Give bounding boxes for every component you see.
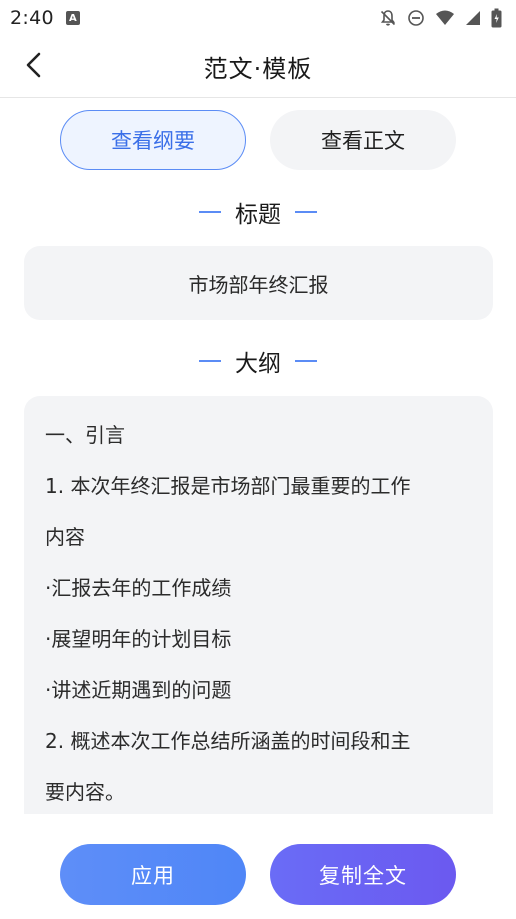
title-section-heading: 标题 — [0, 194, 516, 230]
outline-line: 1. 本次年终汇报是市场部门最重要的工作 — [45, 474, 411, 498]
heading-dash-left — [199, 211, 221, 213]
outline-line: ·展望明年的计划目标 — [45, 627, 232, 651]
outline-section-heading: 大纲 — [0, 343, 516, 379]
do-not-disturb-icon — [407, 9, 425, 27]
bottom-action-bar: 应用 复制全文 — [0, 814, 516, 919]
outline-card[interactable]: 一、引言 1. 本次年终汇报是市场部门最重要的工作 内容 ·汇报去年的工作成绩 … — [24, 396, 493, 814]
chevron-left-icon — [24, 52, 44, 82]
copy-all-button[interactable]: 复制全文 — [270, 844, 456, 905]
outline-line: ·汇报去年的工作成绩 — [45, 576, 232, 600]
heading-dash-left — [199, 360, 221, 362]
title-heading-text: 标题 — [235, 202, 281, 228]
outline-line: 一、引言 — [45, 423, 125, 447]
outline-line: ·讲述近期遇到的问题 — [45, 678, 232, 702]
a-notification-icon: A — [65, 11, 80, 25]
outline-heading-text: 大纲 — [235, 351, 281, 377]
status-left: 2:40 A — [10, 7, 80, 29]
bell-off-icon — [379, 9, 397, 27]
tab-view-body[interactable]: 查看正文 — [270, 110, 456, 170]
outline-line: 内容 — [45, 525, 85, 549]
outline-line: 2. 概述本次工作总结所涵盖的时间段和主 — [45, 729, 411, 753]
outline-line: 要内容。 — [45, 780, 125, 804]
page-title: 范文·模板 — [203, 55, 313, 83]
heading-dash-right — [295, 211, 317, 213]
title-card: 市场部年终汇报 — [24, 246, 493, 320]
back-button[interactable] — [16, 49, 52, 85]
view-tabs: 查看纲要 查看正文 — [60, 110, 456, 172]
status-time: 2:40 — [10, 7, 54, 29]
status-right — [379, 8, 502, 28]
wifi-icon — [435, 9, 455, 27]
header: 范文·模板 — [0, 36, 516, 98]
heading-dash-right — [295, 360, 317, 362]
battery-icon — [491, 8, 502, 28]
tab-view-outline[interactable]: 查看纲要 — [60, 110, 246, 170]
status-bar: 2:40 A — [0, 0, 516, 36]
apply-button[interactable]: 应用 — [60, 844, 246, 905]
signal-icon — [465, 9, 481, 27]
